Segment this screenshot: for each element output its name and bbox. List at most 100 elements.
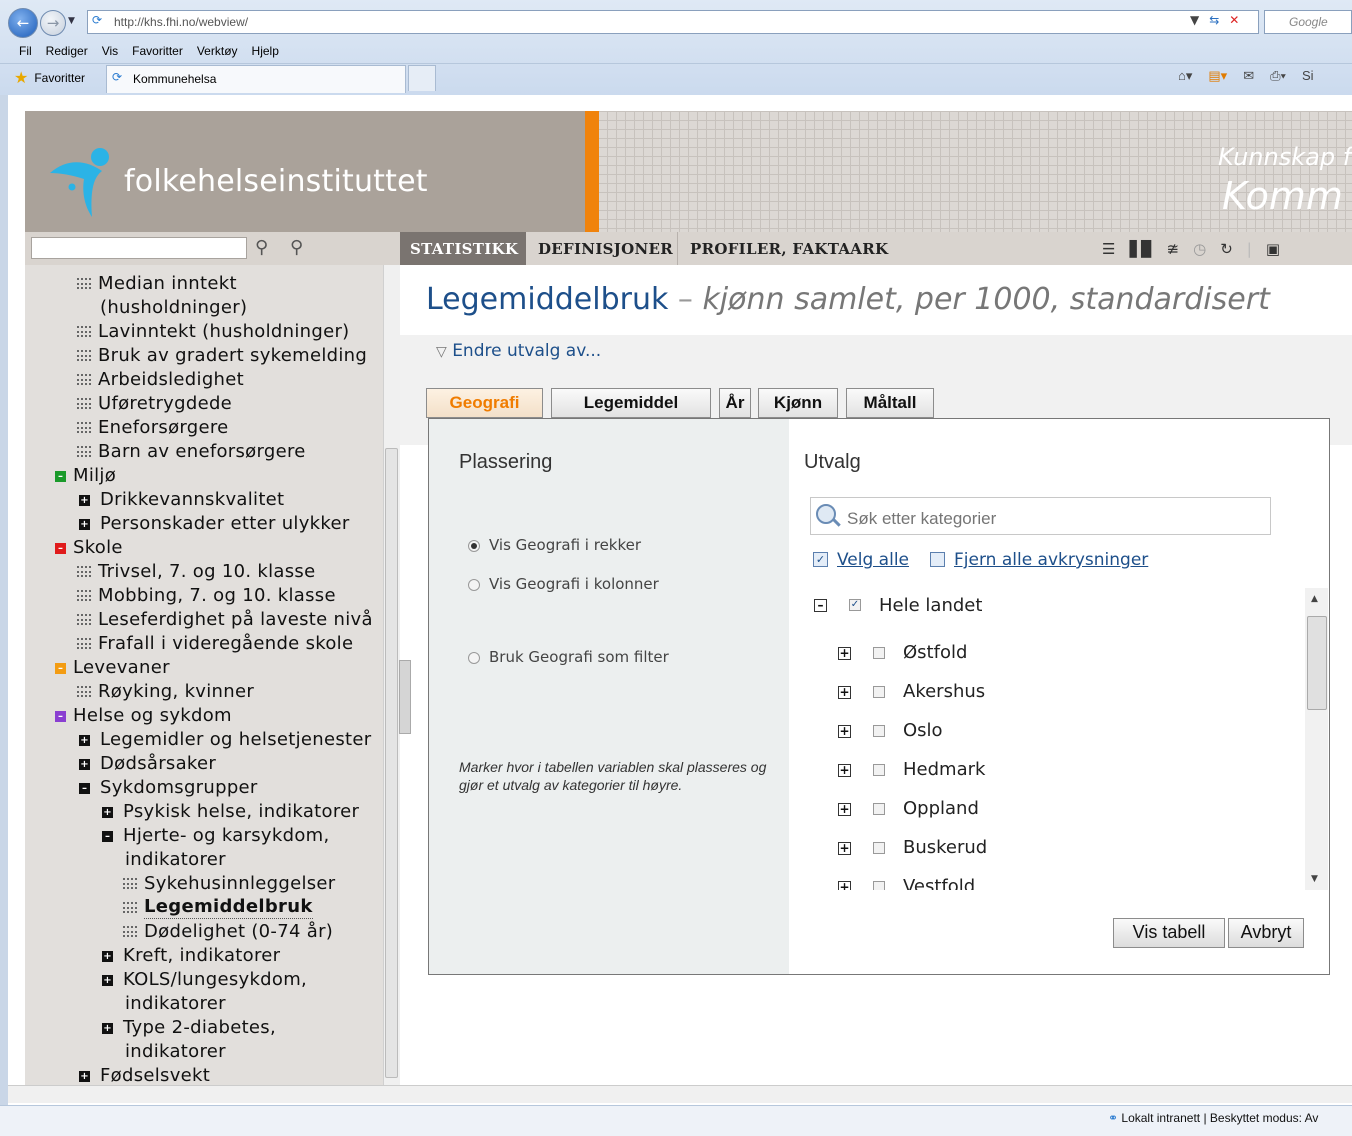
forward-button[interactable]: →	[40, 10, 66, 36]
sidebar-item[interactable]: Sykdomsgrupper	[100, 776, 258, 800]
refresh-icon[interactable]: ⇆	[1209, 13, 1219, 27]
sidebar-item[interactable]: Median inntekt	[98, 272, 237, 296]
collapse-icon[interactable]: –	[814, 599, 827, 612]
checkbox[interactable]	[873, 842, 885, 854]
history-dropdown-icon[interactable]: ▼	[68, 16, 75, 26]
sidebar-item[interactable]: Røyking, kvinner	[98, 680, 254, 704]
checkbox[interactable]	[873, 647, 885, 659]
radio-rows-label[interactable]: Vis Geografi i rekker	[489, 536, 641, 554]
expand-icon[interactable]: +	[838, 803, 851, 816]
category-collapse-icon[interactable]: –	[55, 543, 66, 554]
category-collapse-icon[interactable]: –	[55, 663, 66, 674]
expand-icon[interactable]: +	[79, 759, 90, 770]
sidebar-item[interactable]: Barn av eneforsørgere	[98, 440, 306, 464]
expand-icon[interactable]: +	[838, 686, 851, 699]
radio-filter-label[interactable]: Bruk Geografi som filter	[489, 648, 669, 666]
expand-icon[interactable]: +	[79, 1071, 90, 1082]
sidebar-item[interactable]: Legemidler og helsetjenester	[100, 728, 371, 752]
select-all-link[interactable]: Velg alle	[837, 550, 909, 570]
site-search-input[interactable]	[31, 237, 247, 259]
new-tab-button[interactable]	[408, 65, 436, 91]
menu-item[interactable]: Fil	[12, 41, 39, 63]
radio-rows[interactable]	[468, 540, 480, 552]
tab-profiler[interactable]: PROFILER, FAKTAARK	[680, 232, 890, 265]
radio-columns[interactable]	[468, 579, 480, 591]
sidebar-item[interactable]: Personskader etter ulykker	[100, 512, 350, 536]
page-menu-icon[interactable]: Si	[1302, 68, 1314, 84]
scroll-up-icon[interactable]: ▲	[1311, 594, 1318, 604]
list-item[interactable]: Østfold	[903, 642, 967, 663]
sidebar-item[interactable]: Skole	[73, 536, 123, 560]
sidebar-item[interactable]: indikatorer	[125, 1040, 226, 1064]
sidebar-item[interactable]: (husholdninger)	[100, 296, 247, 320]
bar-chart-icon[interactable]: ▋▉	[1129, 240, 1152, 258]
refresh-icon[interactable]: ↻	[1220, 240, 1233, 258]
line-chart-icon[interactable]: ≇	[1167, 240, 1180, 258]
list-item[interactable]: Buskerud	[903, 837, 987, 858]
menu-item[interactable]: Vis	[95, 41, 125, 63]
category-search-input[interactable]	[810, 497, 1271, 535]
expand-icon[interactable]: +	[102, 975, 113, 986]
sidebar-item[interactable]: Bruk av gradert sykemelding	[98, 344, 367, 368]
menu-item[interactable]: Rediger	[39, 41, 95, 63]
fhi-logo-icon[interactable]	[48, 143, 120, 219]
list-item-root[interactable]: Hele landet	[879, 595, 982, 616]
checkbox[interactable]	[873, 686, 885, 698]
tab-statistikk[interactable]: STATISTIKK	[400, 232, 526, 265]
sidebar-item[interactable]: Psykisk helse, indikatorer	[123, 800, 359, 824]
feeds-icon[interactable]: ▤▾	[1208, 68, 1227, 84]
collapse-icon[interactable]: –	[79, 783, 90, 794]
tab-definisjoner[interactable]: DEFINISJONER	[528, 232, 678, 265]
expand-icon[interactable]: +	[838, 842, 851, 855]
checkbox[interactable]	[873, 725, 885, 737]
endre-utvalg-toggle[interactable]: ▽ Endre utvalg av...	[436, 341, 601, 361]
back-button[interactable]: ←	[8, 8, 38, 38]
checkbox-checked[interactable]: ✓	[849, 599, 861, 611]
sidebar-item[interactable]: indikatorer	[125, 848, 226, 872]
sidebar-item[interactable]: Frafall i videregående skole	[98, 632, 353, 656]
expand-icon[interactable]: +	[102, 951, 113, 962]
sidebar-item[interactable]: Levevaner	[73, 656, 170, 680]
radio-columns-label[interactable]: Vis Geografi i kolonner	[489, 575, 659, 593]
expand-icon[interactable]: +	[79, 495, 90, 506]
sidebar-item[interactable]: KOLS/lungesykdom,	[123, 968, 307, 992]
sidebar-item[interactable]: Eneforsørgere	[98, 416, 229, 440]
stop-icon[interactable]: ✕	[1229, 13, 1239, 27]
sidebar-item[interactable]: Mobbing, 7. og 10. klasse	[98, 584, 336, 608]
expand-icon[interactable]: +	[838, 725, 851, 738]
sidebar-scroll-thumb[interactable]	[385, 448, 398, 1078]
panel-splitter[interactable]	[399, 660, 411, 734]
checkbox[interactable]	[873, 803, 885, 815]
search-engine-box[interactable]: Google	[1264, 10, 1352, 34]
sidebar-item[interactable]: Dødelighet (0-74 år)	[144, 920, 333, 944]
dim-tab-ar[interactable]: År	[719, 388, 751, 418]
list-item[interactable]: Akershus	[903, 681, 985, 702]
address-bar[interactable]: http://khs.fhi.no/webview/	[87, 10, 1259, 34]
sidebar-item[interactable]: Lavinntekt (husholdninger)	[98, 320, 349, 344]
sidebar-item[interactable]: Fødselsvekt	[100, 1064, 210, 1085]
sidebar-item[interactable]: Trivsel, 7. og 10. klasse	[98, 560, 316, 584]
dim-tab-kjonn[interactable]: Kjønn	[758, 388, 838, 418]
sidebar-item[interactable]: Sykehusinnleggelser	[144, 872, 336, 896]
export-icon[interactable]: ▣	[1266, 240, 1280, 258]
print-icon[interactable]: ⎙▾	[1270, 68, 1286, 84]
sidebar-item[interactable]: Drikkevannskvalitet	[100, 488, 284, 512]
category-collapse-icon[interactable]: –	[55, 471, 66, 482]
sidebar-hscrollbar[interactable]	[8, 1085, 398, 1103]
logo-text[interactable]: folkehelseinstituttet	[124, 164, 428, 199]
sidebar-item[interactable]: Arbeidsledighet	[98, 368, 244, 392]
list-item[interactable]: Hedmark	[903, 759, 985, 780]
advanced-search-icon[interactable]: ⚲	[290, 237, 303, 258]
sidebar-item[interactable]: Legemiddelbruk	[144, 896, 313, 919]
expand-icon[interactable]: +	[838, 647, 851, 660]
expand-icon[interactable]: +	[838, 764, 851, 777]
browser-tab[interactable]: Kommunehelsa	[106, 65, 406, 93]
collapse-icon[interactable]: –	[102, 831, 113, 842]
checkbox[interactable]	[873, 881, 885, 890]
clear-all-link[interactable]: Fjern alle avkrysninger	[954, 550, 1148, 570]
menu-item[interactable]: Verktøy	[190, 41, 245, 63]
address-dropdown-icon[interactable]: ▼	[1190, 13, 1199, 27]
sidebar-item[interactable]: Type 2-diabetes,	[123, 1016, 276, 1040]
expand-icon[interactable]: +	[102, 1023, 113, 1034]
sidebar-item[interactable]: Helse og sykdom	[73, 704, 232, 728]
